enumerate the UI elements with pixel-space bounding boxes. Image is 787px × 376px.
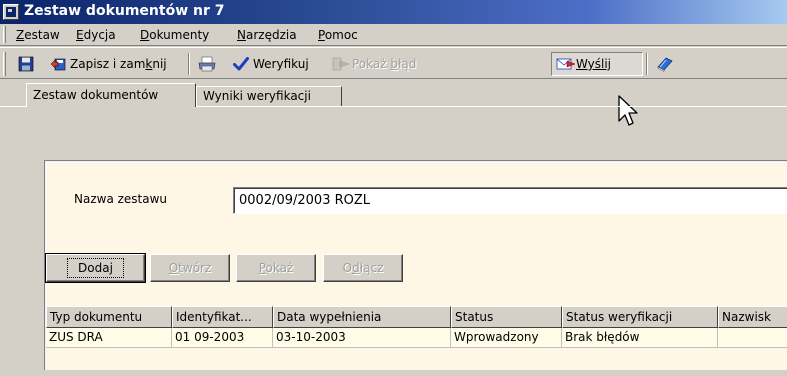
save-close-button[interactable]: Zapisz i zamknij <box>46 52 171 76</box>
detach-button[interactable]: Odłącz <box>323 254 403 282</box>
show-label: Pokaż <box>258 261 294 275</box>
add-label: Dodaj <box>67 258 124 278</box>
title-bar[interactable]: Zestaw dokumentów nr 7 <box>0 0 787 24</box>
app-icon[interactable] <box>3 4 19 20</box>
window-title: Zestaw dokumentów nr 7 <box>24 3 225 19</box>
column-header-status[interactable]: Status <box>451 306 562 328</box>
show-button[interactable]: Pokaż <box>236 254 316 282</box>
printer-icon <box>198 56 216 72</box>
print-button[interactable] <box>194 52 222 76</box>
save-close-icon <box>50 56 66 72</box>
open-button[interactable]: Otwórz <box>150 254 230 282</box>
envelope-send-icon <box>556 56 576 72</box>
tab-zestaw-dokumentow[interactable]: Zestaw dokumentów <box>26 83 196 107</box>
set-name-input[interactable]: 0002/09/2003 ROZL <box>233 187 787 214</box>
menu-edycja[interactable]: Edycja <box>76 28 116 42</box>
menu-narzedzia[interactable]: Narzędzia <box>237 28 297 42</box>
open-label: Otwórz <box>168 261 212 275</box>
save-close-label: Zapisz i zamknij <box>70 57 167 71</box>
table-empty-area[interactable] <box>46 348 787 370</box>
column-header-verification[interactable]: Status weryfikacji <box>562 306 718 328</box>
table-cell-surname[interactable] <box>718 328 787 348</box>
table-cell-type[interactable]: ZUS DRA <box>46 328 172 348</box>
menu-dokumenty[interactable]: Dokumenty <box>140 28 209 42</box>
checkmark-icon <box>233 56 249 72</box>
send-button[interactable]: Wyślij <box>551 52 643 76</box>
tab-label: Zestaw dokumentów <box>33 88 159 102</box>
toolbar-separator <box>646 53 648 75</box>
detach-label: Odłącz <box>342 261 384 275</box>
tab-wyniki-weryfikacji[interactable]: Wyniki weryfikacji <box>196 86 342 106</box>
column-header-date[interactable]: Data wypełnienia <box>273 306 451 328</box>
tab-label: Wyniki weryfikacji <box>203 89 311 103</box>
column-header-surname[interactable]: Nazwisk <box>718 306 787 328</box>
table-cell-status[interactable]: Wprowadzony <box>451 328 562 348</box>
table-cell-identifier[interactable]: 01 09-2003 <box>172 328 273 348</box>
menu-zestaw[interactable]: Zestaw <box>16 28 60 42</box>
column-header-type[interactable]: Typ dokumentu <box>46 306 172 328</box>
show-error-label: Pokaż błąd <box>352 57 417 71</box>
verify-button[interactable]: Weryfikuj <box>229 52 313 76</box>
help-book-icon <box>656 56 673 72</box>
menu-pomoc[interactable]: Pomoc <box>318 28 358 42</box>
error-icon <box>332 56 350 72</box>
tab-strip: Zestaw dokumentów Wyniki weryfikacji <box>0 80 787 107</box>
add-button[interactable]: Dodaj <box>45 253 146 283</box>
help-button[interactable] <box>652 52 680 76</box>
table-cell-verification[interactable]: Brak błędów <box>562 328 718 348</box>
column-header-identifier[interactable]: Identyfikat... <box>172 306 273 328</box>
set-name-label: Nazwa zestawu <box>74 192 168 206</box>
table-cell-date[interactable]: 03-10-2003 <box>273 328 451 348</box>
floppy-disk-icon <box>18 56 34 72</box>
menu-grip[interactable] <box>3 26 6 43</box>
show-error-button[interactable]: Pokaż błąd <box>328 52 420 76</box>
send-label: Wyślij <box>576 57 612 71</box>
toolbar-grip[interactable] <box>3 52 6 76</box>
verify-label: Weryfikuj <box>253 57 309 71</box>
menu-bar: Zestaw Edycja Dokumenty Narzędzia Pomoc <box>0 24 787 46</box>
save-button[interactable] <box>14 52 42 76</box>
toolbar-separator <box>188 53 190 75</box>
toolbar: Zapisz i zamknij Weryfikuj Pokaż błąd Wy… <box>0 47 787 79</box>
